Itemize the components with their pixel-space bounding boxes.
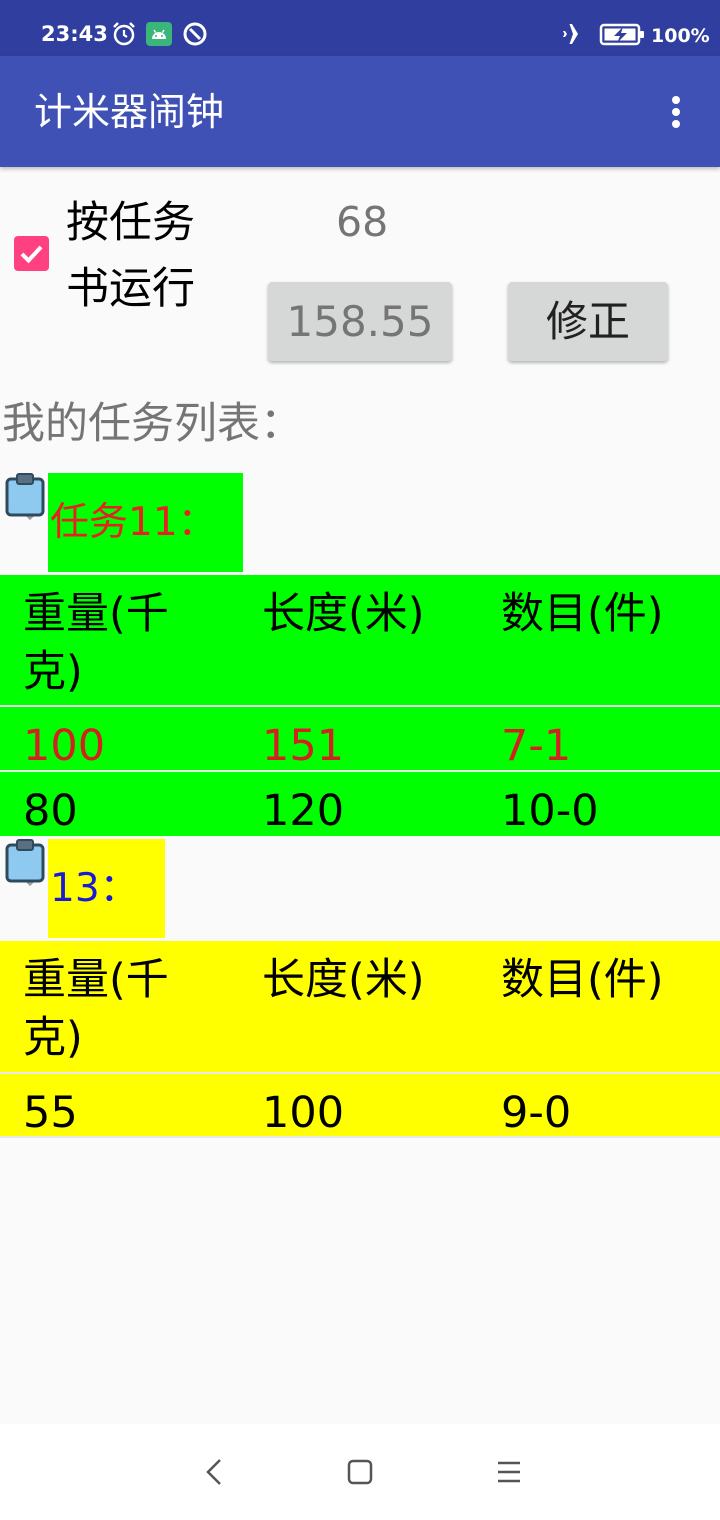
- table-row[interactable]: 80 120 10-0: [0, 772, 720, 836]
- correct-button[interactable]: 修正: [508, 282, 668, 361]
- task-title[interactable]: 13：: [48, 839, 165, 938]
- header-length: 长度(米): [262, 589, 425, 639]
- cell-count: 7-1: [501, 721, 572, 771]
- task-table: 重量(千克) 长度(米) 数目(件) 100 151 7-1 80 120 10…: [0, 575, 720, 836]
- alarm-icon: [113, 22, 135, 46]
- meter-value-button[interactable]: 158.55: [268, 282, 452, 361]
- table-header-row: 重量(千克) 长度(米) 数目(件): [0, 941, 720, 1074]
- clipboard-icon[interactable]: [4, 472, 46, 524]
- header-count: 数目(件): [501, 589, 664, 639]
- home-icon[interactable]: [340, 1452, 380, 1492]
- header-count: 数目(件): [501, 955, 664, 1005]
- back-icon[interactable]: [194, 1452, 234, 1492]
- header-weight: 重量(千克): [23, 589, 169, 697]
- clipboard-icon[interactable]: [4, 838, 46, 890]
- task-list-title: 我的任务列表：: [2, 399, 303, 449]
- battery-percent: 100%: [651, 25, 710, 47]
- airplane-icon: [563, 24, 588, 44]
- status-bar: 23:43 100%: [0, 0, 720, 56]
- table-header-row: 重量(千克) 长度(米) 数目(件): [0, 575, 720, 707]
- android-debug-icon: [146, 22, 172, 46]
- cell-count: 10-0: [501, 786, 599, 836]
- data-saver-icon: [183, 22, 207, 46]
- more-vert-icon[interactable]: [656, 86, 696, 138]
- status-time: 23:43: [41, 22, 108, 46]
- cell-weight: 55: [23, 1088, 78, 1138]
- recents-icon[interactable]: [489, 1452, 529, 1492]
- app-bar: 计米器闹钟: [0, 56, 720, 167]
- table-row[interactable]: 55 100 9-0: [0, 1074, 720, 1138]
- header-weight: 重量(千克): [23, 955, 169, 1063]
- count-value: 68: [336, 198, 389, 246]
- run-by-task-label[interactable]: 按任务书运行: [66, 190, 216, 322]
- battery-charging-icon: [599, 23, 644, 46]
- run-by-task-checkbox[interactable]: [14, 236, 49, 271]
- cell-length: 100: [262, 1088, 345, 1138]
- app-title: 计米器闹钟: [34, 90, 225, 134]
- header-length: 长度(米): [262, 955, 425, 1005]
- cell-weight: 100: [23, 721, 106, 771]
- table-row[interactable]: 100 151 7-1: [0, 707, 720, 772]
- cell-length: 120: [262, 786, 345, 836]
- task-title[interactable]: 任务11：: [48, 473, 243, 572]
- cell-count: 9-0: [501, 1088, 572, 1138]
- task-table: 重量(千克) 长度(米) 数目(件) 55 100 9-0: [0, 941, 720, 1138]
- cell-weight: 80: [23, 786, 78, 836]
- cell-length: 151: [262, 721, 345, 771]
- check-icon: [20, 245, 43, 264]
- navigation-bar: [0, 1424, 720, 1520]
